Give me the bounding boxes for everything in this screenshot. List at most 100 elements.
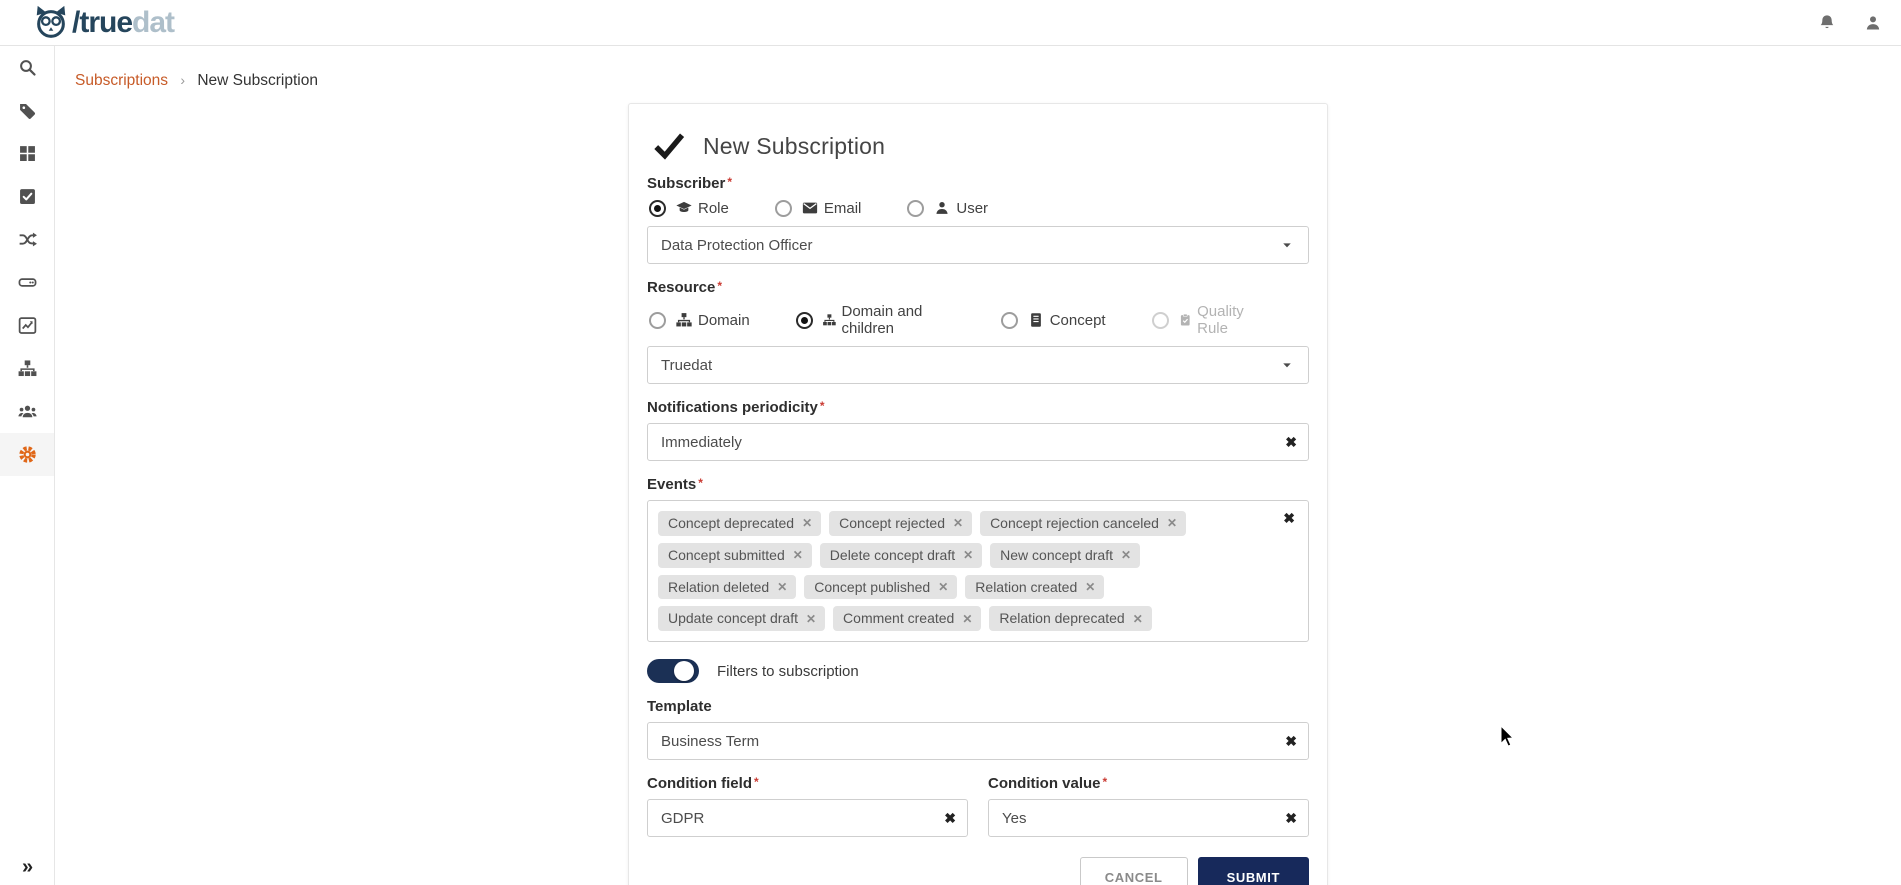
tags-icon xyxy=(17,100,38,121)
remove-tag-icon[interactable]: ✕ xyxy=(1085,580,1095,594)
radio-circle[interactable] xyxy=(649,200,666,217)
breadcrumb: Subscriptions › New Subscription xyxy=(55,46,1901,90)
events-tags: Concept deprecated✕Concept rejected✕Conc… xyxy=(658,511,1258,631)
radio-label: Domain and children xyxy=(842,303,955,337)
sidebar-expand-icon[interactable]: » xyxy=(0,856,55,879)
graduation-cap-icon xyxy=(675,199,693,217)
breadcrumb-separator: › xyxy=(180,72,185,88)
event-tag-label: Update concept draft xyxy=(668,610,798,627)
sitemap-icon xyxy=(675,311,693,329)
logo-text: /truedat xyxy=(72,8,174,38)
remove-tag-icon[interactable]: ✕ xyxy=(806,612,816,626)
radio-subscriber-user[interactable]: User xyxy=(907,199,988,217)
remove-tag-icon[interactable]: ✕ xyxy=(1133,612,1143,626)
events-multiselect[interactable]: Concept deprecated✕Concept rejected✕Conc… xyxy=(647,500,1309,642)
clear-periodicity-icon[interactable]: ✖ xyxy=(1285,435,1297,449)
radio-circle[interactable] xyxy=(775,200,792,217)
clear-condition-field-icon[interactable]: ✖ xyxy=(944,811,956,825)
event-tag-label: Concept deprecated xyxy=(668,515,794,532)
radio-subscriber-role[interactable]: Role xyxy=(649,199,729,217)
breadcrumb-current: New Subscription xyxy=(197,72,318,89)
sidebar-item-search[interactable] xyxy=(0,46,54,89)
clear-template-icon[interactable]: ✖ xyxy=(1285,734,1297,748)
event-tag: Relation deprecated✕ xyxy=(989,606,1151,631)
event-tag-label: Relation deleted xyxy=(668,579,769,596)
remove-tag-icon[interactable]: ✕ xyxy=(938,580,948,594)
sidebar-item-users[interactable] xyxy=(0,390,54,433)
event-tag: Comment created✕ xyxy=(833,606,981,631)
event-tag-label: Relation created xyxy=(975,579,1077,596)
cancel-button[interactable]: CANCEL xyxy=(1080,857,1188,885)
truedat-logo[interactable]: /truedat xyxy=(32,4,174,42)
remove-tag-icon[interactable]: ✕ xyxy=(953,516,963,530)
required-asterisk: * xyxy=(717,279,722,293)
event-tag: Concept submitted✕ xyxy=(658,543,812,568)
template-label: Template xyxy=(647,698,1309,715)
resource-options: Domain Domain and children Concept Quality … xyxy=(649,303,1309,337)
sidebar-item-glossary[interactable] xyxy=(0,89,54,132)
required-asterisk: * xyxy=(754,775,759,789)
subscriber-select-value: Data Protection Officer xyxy=(661,237,1278,254)
sidebar-item-quality[interactable] xyxy=(0,175,54,218)
remove-tag-icon[interactable]: ✕ xyxy=(802,516,812,530)
user-avatar-icon[interactable] xyxy=(1863,13,1883,33)
sidebar-item-data-sources[interactable] xyxy=(0,261,54,304)
radio-circle[interactable] xyxy=(1001,312,1018,329)
resource-label: Resource* xyxy=(647,279,1309,296)
chart-icon xyxy=(17,315,38,336)
event-tag-label: Delete concept draft xyxy=(830,547,955,564)
top-bar: /truedat xyxy=(0,0,1901,46)
event-tag: Relation deleted ✕ xyxy=(658,575,796,600)
remove-tag-icon[interactable]: ✕ xyxy=(963,548,973,562)
main-content: Subscriptions › New Subscription New Sub… xyxy=(55,46,1901,885)
sidebar-item-lineage[interactable] xyxy=(0,218,54,261)
radio-circle[interactable] xyxy=(796,312,813,329)
remove-tag-icon[interactable]: ✕ xyxy=(777,580,787,594)
page-title: New Subscription xyxy=(703,133,885,160)
radio-resource-domain[interactable]: Domain xyxy=(649,311,750,329)
condition-value-label: Condition value* xyxy=(988,775,1309,792)
sidebar-item-analytics[interactable] xyxy=(0,304,54,347)
radio-resource-concept[interactable]: Concept xyxy=(1001,311,1106,329)
remove-tag-icon[interactable]: ✕ xyxy=(793,548,803,562)
filters-toggle[interactable] xyxy=(647,659,699,683)
remove-tag-icon[interactable]: ✕ xyxy=(1167,516,1177,530)
clear-condition-value-icon[interactable]: ✖ xyxy=(1285,811,1297,825)
event-tag: Update concept draft ✕ xyxy=(658,606,825,631)
notifications-bell-icon[interactable] xyxy=(1817,13,1837,33)
radio-resource-domain-and-children[interactable]: Domain and children xyxy=(796,303,955,337)
required-asterisk: * xyxy=(820,399,825,413)
remove-tag-icon[interactable]: ✕ xyxy=(1121,548,1131,562)
periodicity-input[interactable] xyxy=(647,423,1309,461)
radio-circle[interactable] xyxy=(649,312,666,329)
radio-label: Email xyxy=(824,200,862,217)
resource-select[interactable]: Truedat xyxy=(647,346,1309,384)
required-asterisk: * xyxy=(698,476,703,490)
chevron-down-icon xyxy=(1278,236,1296,254)
submit-button[interactable]: SUBMIT xyxy=(1198,857,1309,885)
subscriber-select[interactable]: Data Protection Officer xyxy=(647,226,1309,264)
remove-tag-icon[interactable]: ✕ xyxy=(962,612,972,626)
clear-events-icon[interactable]: ✖ xyxy=(1283,511,1295,525)
event-tag: Concept published✕ xyxy=(804,575,957,600)
radio-subscriber-email[interactable]: Email xyxy=(775,199,862,217)
events-label: Events* xyxy=(647,476,1309,493)
template-input[interactable] xyxy=(647,722,1309,760)
users-icon xyxy=(17,401,38,422)
breadcrumb-link-subscriptions[interactable]: Subscriptions xyxy=(75,72,168,89)
grid-icon xyxy=(17,143,38,164)
radio-resource-quality-rule: Quality Rule xyxy=(1152,303,1263,337)
radio-label: User xyxy=(956,200,988,217)
book-icon xyxy=(1027,311,1045,329)
radio-circle[interactable] xyxy=(907,200,924,217)
sidebar-item-domains[interactable] xyxy=(0,347,54,390)
condition-value-input[interactable] xyxy=(988,799,1309,837)
sidebar-item-dashboards[interactable] xyxy=(0,132,54,175)
condition-field-input[interactable] xyxy=(647,799,968,837)
condition-field-label: Condition field* xyxy=(647,775,968,792)
event-tag: Concept rejection canceled✕ xyxy=(980,511,1186,536)
event-tag: Relation created ✕ xyxy=(965,575,1104,600)
sitemap-icon xyxy=(822,311,837,329)
sidebar-item-settings[interactable] xyxy=(0,433,54,476)
event-tag-label: New concept draft xyxy=(1000,547,1113,564)
